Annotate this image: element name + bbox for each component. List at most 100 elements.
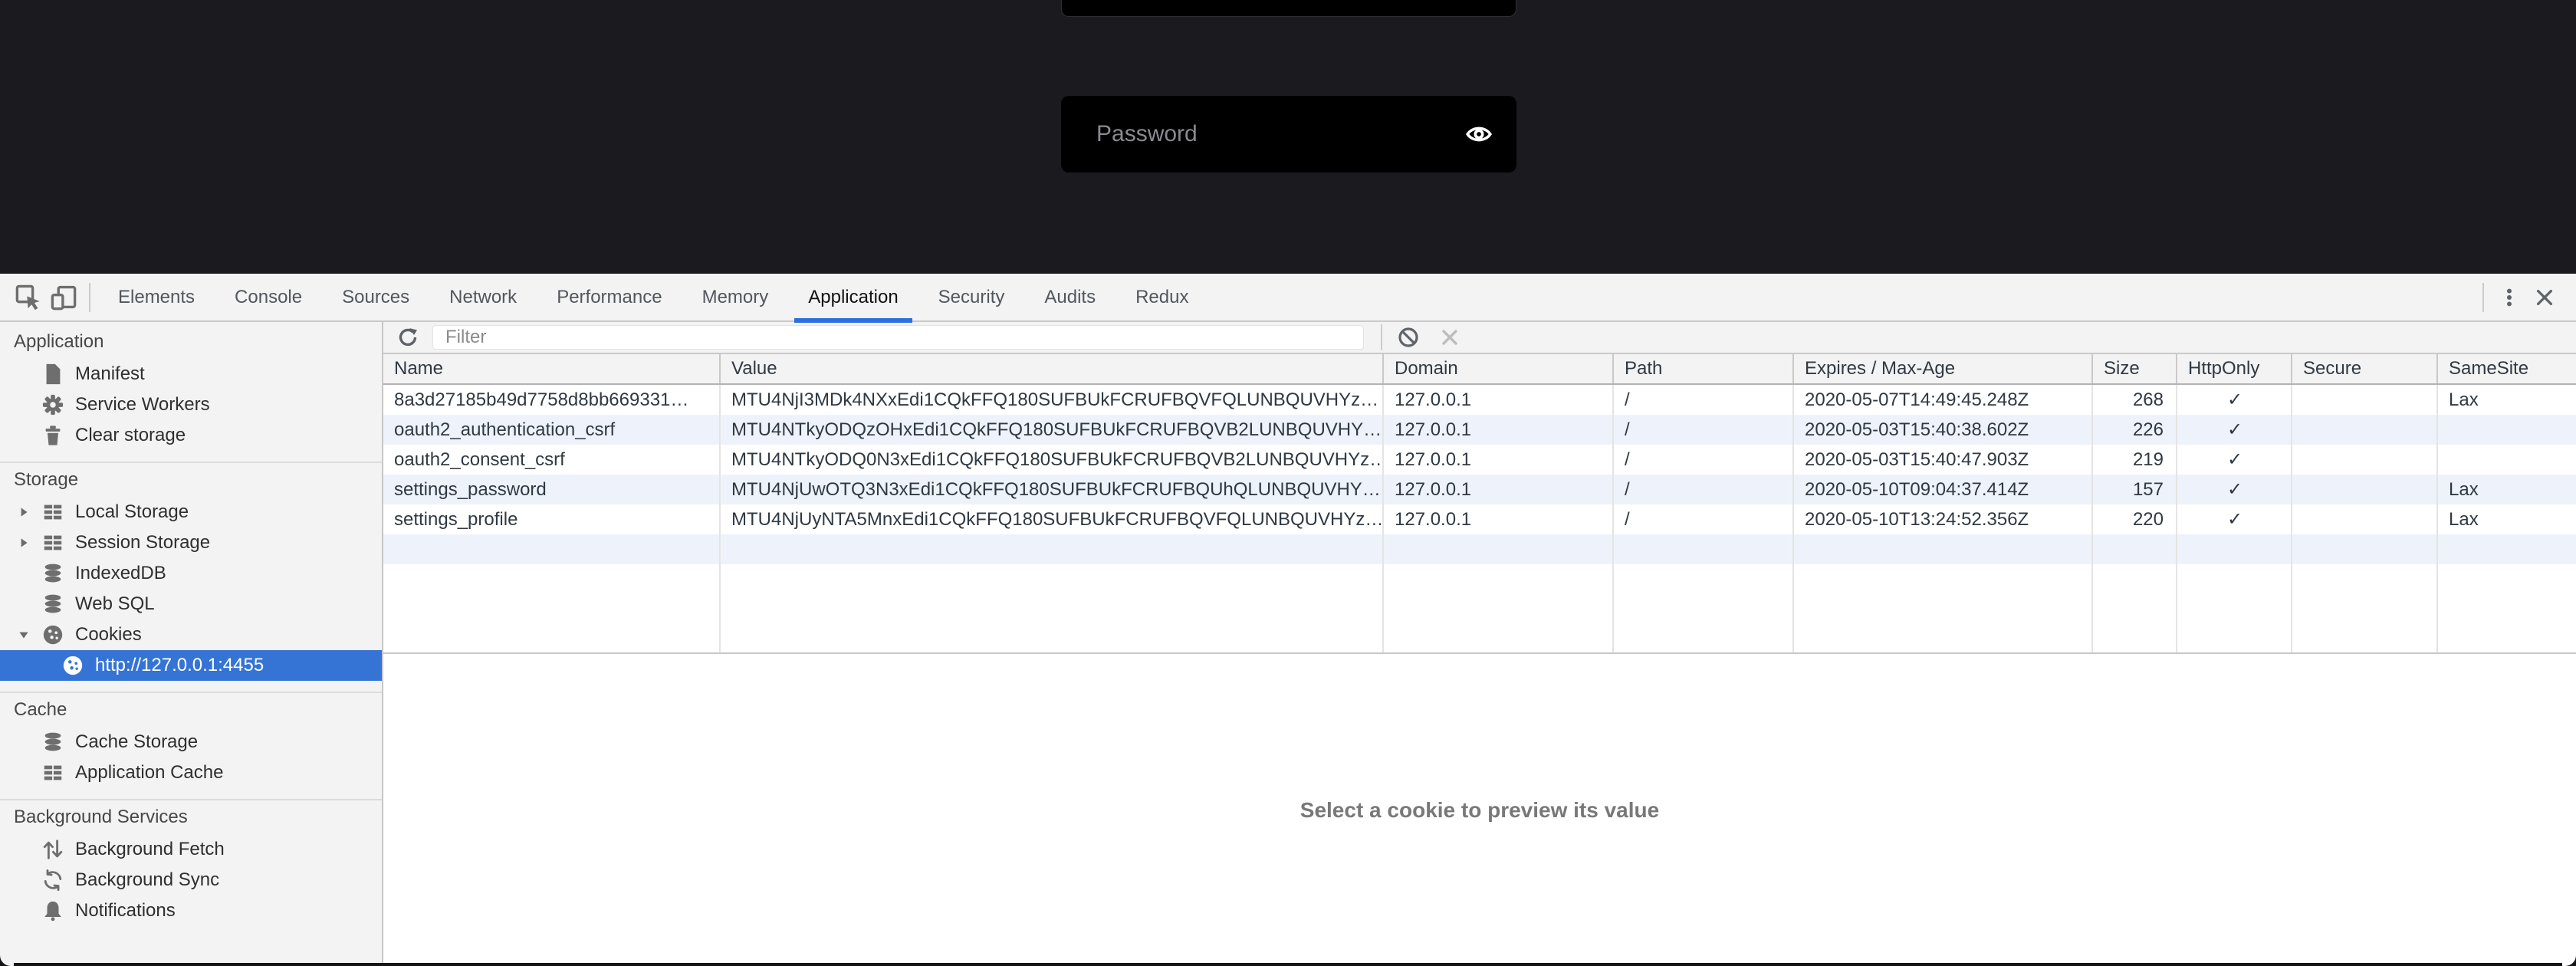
cell-expires[interactable]: 2020-05-03T15:40:38.602Z (1794, 415, 2093, 445)
cookie-row[interactable]: oauth2_consent_csrf MTU4NTkyODQ0N3xEdi1C… (383, 445, 2576, 475)
column-header-samesite[interactable]: SameSite (2438, 354, 2576, 383)
cell-domain[interactable]: 127.0.0.1 (1384, 504, 1614, 534)
cell-value[interactable]: MTU4NjUwOTQ3N3xEdi1CQkFFQ180SUFBUkFCRUFB… (721, 475, 1384, 504)
column-header-value[interactable]: Value (721, 354, 1384, 383)
inspect-element-button[interactable] (11, 280, 46, 315)
cell-path[interactable]: / (1614, 415, 1794, 445)
column-header-size[interactable]: Size (2093, 354, 2177, 383)
devtools-menu-button[interactable] (2492, 280, 2527, 315)
cell-secure[interactable] (2292, 504, 2438, 534)
cookie-row[interactable]: 8a3d27185b49d7758d8bb669331… MTU4NjI3MDk… (383, 385, 2576, 415)
cell-httponly[interactable]: ✓ (2177, 475, 2292, 504)
delete-selected-icon[interactable] (1438, 325, 1462, 350)
sidebar-item-web-sql[interactable]: Web SQL (0, 589, 382, 619)
sidebar-item-cache-storage[interactable]: Cache Storage (0, 727, 382, 757)
clear-all-block-icon[interactable] (1396, 325, 1421, 350)
cell-expires[interactable]: 2020-05-10T09:04:37.414Z (1794, 475, 2093, 504)
cookie-row[interactable]: oauth2_authentication_csrf MTU4NTkyODQzO… (383, 415, 2576, 445)
cookie-row[interactable]: settings_password MTU4NjUwOTQ3N3xEdi1CQk… (383, 475, 2576, 504)
tab-performance[interactable]: Performance (537, 273, 682, 321)
cell-size[interactable]: 219 (2093, 445, 2177, 475)
column-header-secure[interactable]: Secure (2292, 354, 2438, 383)
cell-size[interactable]: 268 (2093, 385, 2177, 415)
tab-network[interactable]: Network (429, 273, 537, 321)
sidebar-item-service-workers[interactable]: Service Workers (0, 389, 382, 420)
sidebar-item-cookie-origin[interactable]: http://127.0.0.1:4455 (0, 650, 382, 681)
cell-name[interactable]: oauth2_authentication_csrf (383, 415, 721, 445)
sidebar-item-clear-storage[interactable]: Clear storage (0, 420, 382, 451)
tab-redux[interactable]: Redux (1116, 273, 1208, 321)
sidebar-item-local-storage[interactable]: Local Storage (0, 497, 382, 527)
empty-cookie-row[interactable] (383, 534, 2576, 564)
cell-expires[interactable]: 2020-05-07T14:49:45.248Z (1794, 385, 2093, 415)
tab-audits[interactable]: Audits (1024, 273, 1116, 321)
cell-domain[interactable]: 127.0.0.1 (1384, 475, 1614, 504)
cell-secure[interactable] (2292, 445, 2438, 475)
sidebar-item-indexeddb[interactable]: IndexedDB (0, 558, 382, 589)
password-field[interactable] (1061, 96, 1516, 172)
column-header-httponly[interactable]: HttpOnly (2177, 354, 2292, 383)
sidebar-item-session-storage[interactable]: Session Storage (0, 527, 382, 558)
cell-secure[interactable] (2292, 415, 2438, 445)
sidebar-item-background-fetch[interactable]: Background Fetch (0, 834, 382, 865)
cell-secure[interactable] (2292, 385, 2438, 415)
tab-security[interactable]: Security (918, 273, 1025, 321)
cell-size[interactable]: 226 (2093, 415, 2177, 445)
chevron-down-icon[interactable] (17, 628, 41, 642)
cell-secure[interactable] (2292, 475, 2438, 504)
devtools-close-button[interactable] (2527, 280, 2562, 315)
cell-httponly[interactable]: ✓ (2177, 504, 2292, 534)
chevron-right-icon[interactable] (17, 505, 41, 519)
column-header-path[interactable]: Path (1614, 354, 1794, 383)
cookie-row[interactable]: settings_profile MTU4NjUyNTA5MnxEdi1CQkF… (383, 504, 2576, 534)
column-header-expires[interactable]: Expires / Max-Age (1794, 354, 2093, 383)
cell-path[interactable]: / (1614, 445, 1794, 475)
cell-samesite[interactable] (2438, 415, 2576, 445)
cell-httponly[interactable]: ✓ (2177, 415, 2292, 445)
eye-icon[interactable] (1464, 120, 1493, 149)
filter-input[interactable] (432, 325, 1364, 350)
tab-application[interactable]: Application (788, 273, 918, 321)
cell-name[interactable]: 8a3d27185b49d7758d8bb669331… (383, 385, 721, 415)
cell-samesite[interactable] (2438, 445, 2576, 475)
cell-samesite[interactable]: Lax (2438, 385, 2576, 415)
sidebar-item-application-cache[interactable]: Application Cache (0, 757, 382, 788)
sidebar-item-manifest[interactable]: Manifest (0, 359, 382, 389)
top-input-cutoff[interactable] (1061, 0, 1516, 17)
cell-name[interactable]: settings_password (383, 475, 721, 504)
chevron-right-icon[interactable] (17, 536, 41, 550)
tab-memory[interactable]: Memory (682, 273, 789, 321)
cell-path[interactable]: / (1614, 504, 1794, 534)
cell-httponly[interactable]: ✓ (2177, 385, 2292, 415)
cell-expires[interactable]: 2020-05-03T15:40:47.903Z (1794, 445, 2093, 475)
cell-domain[interactable]: 127.0.0.1 (1384, 385, 1614, 415)
cell-name[interactable]: oauth2_consent_csrf (383, 445, 721, 475)
cell-value[interactable]: MTU4NjUyNTA5MnxEdi1CQkFFQ180SUFBUkFCRUFB… (721, 504, 1384, 534)
tab-elements[interactable]: Elements (98, 273, 215, 321)
cell-httponly[interactable]: ✓ (2177, 445, 2292, 475)
cell-path[interactable]: / (1614, 385, 1794, 415)
column-header-name[interactable]: Name (383, 354, 721, 383)
cell-size[interactable]: 157 (2093, 475, 2177, 504)
sidebar-item-notifications[interactable]: Notifications (0, 895, 382, 926)
sidebar-item-cookies[interactable]: Cookies (0, 619, 382, 650)
cell-expires[interactable]: 2020-05-10T13:24:52.356Z (1794, 504, 2093, 534)
cell-domain[interactable]: 127.0.0.1 (1384, 445, 1614, 475)
cell-path[interactable]: / (1614, 475, 1794, 504)
cell-name[interactable]: settings_profile (383, 504, 721, 534)
cell-value[interactable]: MTU4NTkyODQ0N3xEdi1CQkFFQ180SUFBUkFCRUFB… (721, 445, 1384, 475)
cell-value[interactable]: MTU4NTkyODQzOHxEdi1CQkFFQ180SUFBUkFCRUFB… (721, 415, 1384, 445)
tab-console[interactable]: Console (215, 273, 322, 321)
device-toolbar-button[interactable] (46, 280, 81, 315)
cell-samesite[interactable]: Lax (2438, 475, 2576, 504)
application-sidebar: Application Manifest (0, 322, 383, 966)
cell-domain[interactable]: 127.0.0.1 (1384, 415, 1614, 445)
reload-icon[interactable] (396, 325, 420, 350)
tab-sources[interactable]: Sources (322, 273, 429, 321)
cell-value[interactable]: MTU4NjI3MDk4NXxEdi1CQkFFQ180SUFBUkFCRUFB… (721, 385, 1384, 415)
column-header-domain[interactable]: Domain (1384, 354, 1614, 383)
cell-size[interactable]: 220 (2093, 504, 2177, 534)
password-input[interactable] (1061, 121, 1464, 147)
cell-samesite[interactable]: Lax (2438, 504, 2576, 534)
sidebar-item-background-sync[interactable]: Background Sync (0, 865, 382, 895)
